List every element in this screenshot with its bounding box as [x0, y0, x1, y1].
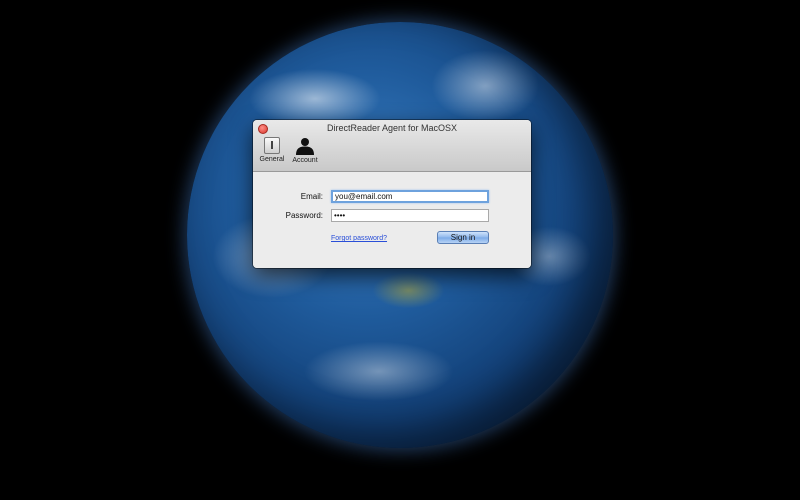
sign-in-button[interactable]: Sign in	[437, 231, 489, 244]
account-panel: Email: Password: Forgot password? Sign i…	[253, 172, 531, 268]
password-field[interactable]	[331, 209, 489, 222]
person-silhouette-icon	[296, 138, 314, 155]
password-label: Password:	[285, 211, 323, 220]
toolbar-account[interactable]: Account	[289, 137, 321, 164]
email-label: Email:	[300, 192, 323, 201]
login-window: DirectReader Agent for MacOSX General Ac…	[253, 120, 531, 268]
toolbar-account-label: Account	[292, 157, 318, 164]
toolbar-general-label: General	[259, 156, 285, 163]
email-field[interactable]	[331, 190, 489, 203]
toolbar-general[interactable]: General	[256, 137, 288, 163]
window-toolbar: DirectReader Agent for MacOSX General Ac…	[253, 120, 531, 172]
window-title: DirectReader Agent for MacOSX	[326, 123, 458, 133]
switch-icon	[264, 137, 280, 154]
forgot-password-link[interactable]: Forgot password?	[331, 235, 387, 242]
